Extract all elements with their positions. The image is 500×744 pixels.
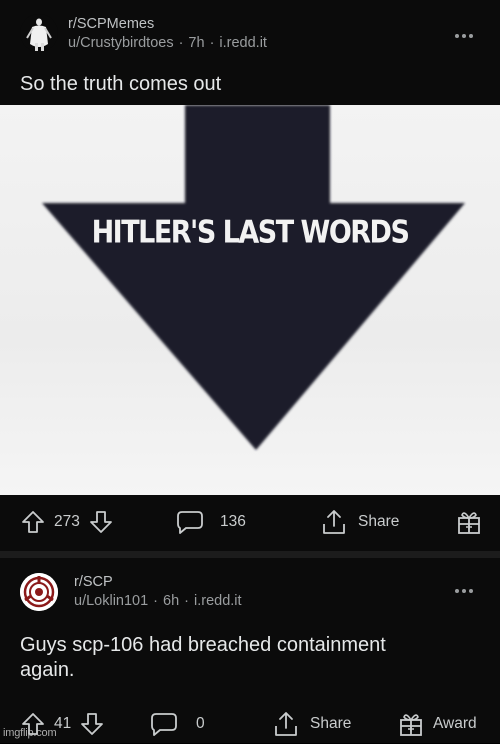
post-card[interactable]: r/SCP u/Loklin101 · 6h · i.redd.it Guys scp-…: [0, 558, 500, 743]
post-meta: r/SCP u/Loklin101 · 6h · i.redd.it: [74, 573, 242, 611]
post-title-line: Guys scp-106 had breached containment: [20, 634, 386, 656]
award-button[interactable]: [455, 502, 483, 542]
share-icon: [323, 510, 345, 534]
more-options-icon[interactable]: [454, 33, 474, 39]
award-icon: [458, 512, 480, 534]
share-label: Share: [310, 715, 352, 732]
subreddit-name[interactable]: r/SCPMemes: [68, 15, 267, 34]
comment-icon: [151, 713, 177, 736]
share-icon: [275, 712, 297, 736]
subreddit-name[interactable]: r/SCP: [74, 573, 242, 592]
share-button[interactable]: Share: [272, 704, 351, 744]
down-arrow-graphic: [42, 105, 465, 450]
more-options-icon[interactable]: [454, 588, 474, 594]
comments-button[interactable]: 136: [176, 502, 246, 542]
award-icon: [400, 714, 422, 736]
vote-count: 273: [54, 513, 80, 530]
post-title-line: again.: [20, 659, 75, 681]
award-button[interactable]: Award: [397, 704, 477, 744]
post-domain[interactable]: i.redd.it: [219, 35, 267, 51]
separator-dot: ·: [153, 593, 159, 609]
upvote-icon[interactable]: [20, 509, 46, 535]
post-title[interactable]: So the truth comes out: [20, 72, 221, 97]
post-action-bar: 41 0 Share Award: [0, 704, 500, 744]
vote-count: 41: [54, 715, 72, 732]
subreddit-avatar[interactable]: [20, 573, 58, 611]
post-age: 7h: [188, 35, 205, 51]
post-byline: u/Crustybirdtoes · 7h · i.redd.it: [68, 34, 267, 53]
award-label: Award: [433, 715, 477, 732]
post-domain[interactable]: i.redd.it: [194, 593, 242, 609]
share-label: Share: [358, 513, 400, 530]
comment-count: 0: [196, 715, 205, 732]
separator-dot: ·: [178, 35, 184, 51]
post-title[interactable]: Guys scp-106 had breached containment ag…: [20, 633, 386, 683]
downvote-icon[interactable]: [88, 509, 114, 535]
comment-icon: [177, 511, 203, 534]
separator-dot: ·: [184, 593, 189, 609]
share-button[interactable]: Share: [320, 502, 399, 542]
scp-logo-icon: [20, 573, 58, 611]
meme-caption: HITLER'S LAST WORDS: [91, 215, 410, 251]
downvote-icon[interactable]: [79, 711, 105, 737]
post-action-bar: 273 136 Share: [0, 502, 500, 542]
post-card[interactable]: r/SCPMemes u/Crustybirdtoes · 7h · i.redd.it…: [0, 0, 500, 551]
figure-avatar-icon: [20, 14, 58, 52]
post-byline: u/Loklin101 · 6h · i.redd.it: [74, 592, 242, 611]
separator-dot: ·: [209, 35, 215, 51]
comments-button[interactable]: 0: [150, 704, 205, 744]
comment-count: 136: [220, 513, 246, 530]
vote-group: 273: [20, 502, 114, 542]
username[interactable]: u/Crustybirdtoes: [68, 35, 174, 51]
subreddit-avatar[interactable]: [20, 14, 58, 52]
post-age: 6h: [163, 593, 180, 609]
watermark-text: imgflip.com: [3, 727, 57, 739]
post-image[interactable]: HITLER'S LAST WORDS: [0, 105, 500, 495]
post-separator: [0, 551, 500, 558]
post-meta: r/SCPMemes u/Crustybirdtoes · 7h · i.redd.it: [68, 15, 267, 53]
username[interactable]: u/Loklin101: [74, 593, 148, 609]
